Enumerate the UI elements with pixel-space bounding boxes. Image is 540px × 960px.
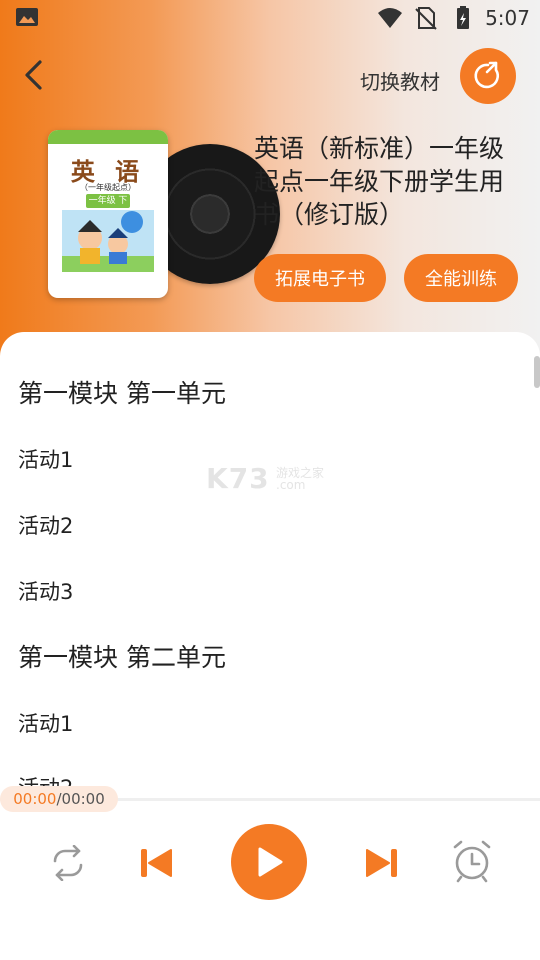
loop-icon [53, 845, 83, 881]
list-item[interactable]: 活动2 [18, 510, 73, 540]
list-unit-header[interactable]: 第一模块 第一单元 [18, 374, 226, 410]
status-time: 5:07 [485, 6, 530, 30]
textbook-cover-group: 英 语 （一年级起点） 一年级 下册 [48, 130, 280, 302]
list-item[interactable]: 活动1 [18, 444, 73, 474]
textbook-title: 英语（新标准）一年级起点一年级下册学生用书（修订版） [254, 134, 505, 229]
watermark-com: .com [276, 478, 306, 492]
switch-textbook-button[interactable] [460, 48, 516, 104]
switch-arrow-icon [474, 61, 499, 89]
image-icon [16, 8, 38, 26]
total-time: 00:00 [61, 790, 105, 808]
watermark-brand: K73 [206, 462, 270, 495]
back-arrow-icon[interactable] [18, 58, 52, 92]
extended-ebook-button[interactable]: 拓展电子书 [254, 254, 386, 302]
time-display: 00:00/00:00 [0, 786, 118, 812]
previous-icon [141, 849, 172, 877]
next-icon [366, 849, 397, 877]
previous-button[interactable] [136, 844, 176, 882]
cover-illustration [62, 210, 154, 272]
battery-icon [457, 6, 470, 29]
cover-band [48, 130, 168, 144]
list-item[interactable]: 活动3 [18, 576, 73, 606]
current-time: 00:00 [13, 790, 57, 808]
play-icon [258, 847, 283, 877]
audio-player: 00:00/00:00 [0, 786, 540, 960]
comprehensive-training-button[interactable]: 全能训练 [404, 254, 518, 302]
play-button[interactable] [231, 824, 307, 900]
loop-button[interactable] [44, 841, 92, 885]
cover-subtitle: （一年级起点） [80, 183, 136, 192]
next-button[interactable] [362, 844, 402, 882]
wifi-icon [378, 8, 403, 28]
book-cover: 英 语 （一年级起点） 一年级 下册 [48, 130, 168, 298]
switch-textbook-label[interactable]: 切换教材 [360, 66, 440, 95]
list-unit-header[interactable]: 第一模块 第二单元 [18, 638, 226, 674]
list-item[interactable]: 活动1 [18, 708, 73, 738]
alarm-timer-button[interactable] [450, 838, 494, 884]
alarm-clock-icon [453, 840, 491, 883]
no-sim-icon [415, 7, 437, 30]
watermark: K73 游戏之家 .com [206, 462, 336, 496]
status-bar: 5:07 [0, 0, 540, 36]
list-scrollbar[interactable] [534, 356, 540, 388]
cover-grade: 一年级 下册 [86, 194, 130, 220]
